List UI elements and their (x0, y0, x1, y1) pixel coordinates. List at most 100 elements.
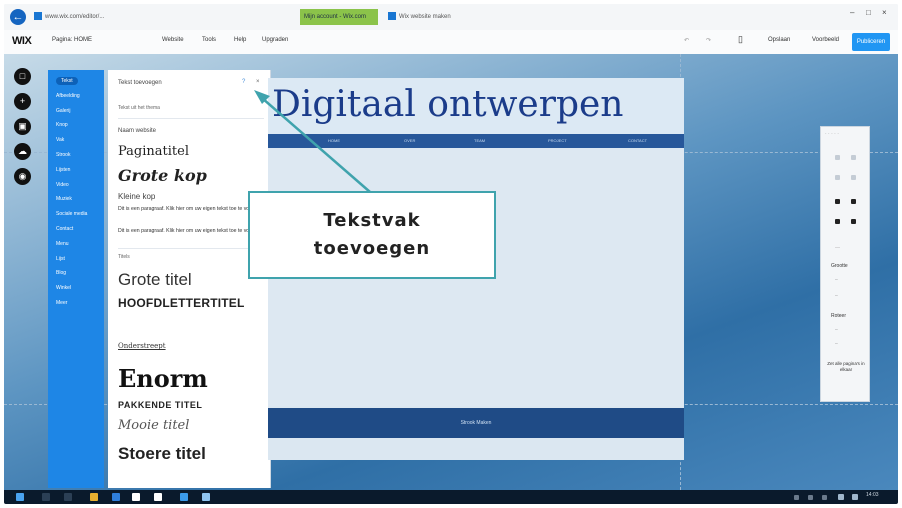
upload-icon[interactable]: ☁ (14, 143, 31, 160)
category-contact[interactable]: Contact (48, 222, 104, 237)
tray-icon[interactable] (822, 495, 827, 500)
title-uppercase[interactable]: HOOFDLETTERTITEL (118, 296, 245, 310)
nav-item[interactable]: PROJECT (548, 138, 567, 143)
rotate-field[interactable]: – (835, 327, 838, 333)
category-gallery[interactable]: Galerij (48, 104, 104, 119)
rotate-field[interactable]: – (835, 341, 838, 347)
tools-panel: · · · · · — Grootte – – Roteer – – Zet a… (820, 126, 870, 402)
app-icon[interactable]: ◉ (14, 168, 31, 185)
tray-icon[interactable] (808, 495, 813, 500)
browser-tab-wix[interactable]: Wix website maken (388, 9, 468, 25)
site-footer[interactable]: Strook Maken (268, 408, 684, 438)
mobile-view-icon[interactable]: ▯ (738, 34, 743, 45)
page-selector[interactable]: Pagina: HOME (52, 37, 92, 43)
redo-icon[interactable]: ↷ (706, 37, 711, 44)
big-heading-style[interactable]: Grote kop (118, 166, 207, 185)
theme-label: Tekst uit het thema (118, 105, 160, 111)
preview-button[interactable]: Voorbeeld (812, 37, 839, 43)
nav-item[interactable]: HOME (328, 138, 340, 143)
arrange-icon[interactable] (851, 199, 856, 204)
volume-icon[interactable] (852, 494, 858, 500)
category-box[interactable]: Vak (48, 133, 104, 148)
category-strip[interactable]: Strook (48, 148, 104, 163)
tab-title: www.wix.com/editor/... (45, 14, 105, 20)
close-icon[interactable]: × (882, 8, 887, 17)
arrange-icon[interactable] (835, 219, 840, 224)
paragraph-style-2[interactable]: Dit is een paragraaf. Klik hier om uw ei… (118, 228, 268, 235)
site-title[interactable]: Digitaal ontwerpen (272, 84, 623, 125)
close-icon[interactable]: × (256, 79, 260, 85)
titles-section-label: Titels (118, 254, 130, 260)
add-icon[interactable]: + (14, 93, 31, 110)
align-icon[interactable] (835, 155, 840, 160)
network-icon[interactable] (838, 494, 844, 500)
nav-item[interactable]: OVER (404, 138, 415, 143)
search-icon[interactable] (42, 493, 50, 501)
paragraph-style[interactable]: Dit is een paragraaf. Klik hier om uw ei… (118, 206, 268, 213)
start-icon[interactable] (16, 493, 24, 501)
category-lists[interactable]: Lijsten (48, 163, 104, 178)
title-underlined[interactable]: Onderstreept (118, 342, 166, 350)
category-more[interactable]: Meer (48, 296, 104, 311)
size-field[interactable]: – (835, 293, 838, 299)
category-image[interactable]: Afbeelding (48, 89, 104, 104)
save-button[interactable]: Opslaan (768, 37, 790, 43)
category-menu[interactable]: Menu (48, 237, 104, 252)
page-title-style[interactable]: Paginatitel (118, 144, 189, 159)
category-list[interactable]: Lijst (48, 252, 104, 267)
divider (118, 248, 264, 249)
title-huge[interactable]: Enorm (118, 364, 208, 393)
menu-tools[interactable]: Tools (202, 37, 216, 43)
align-icon[interactable] (835, 175, 840, 180)
explorer-icon[interactable] (90, 493, 98, 501)
mail-icon[interactable] (154, 493, 162, 501)
category-music[interactable]: Muziek (48, 192, 104, 207)
wix-favicon-icon (388, 12, 396, 21)
category-store[interactable]: Winkel (48, 281, 104, 296)
size-field[interactable]: – (835, 277, 838, 283)
menu-upgrade[interactable]: Upgraden (262, 37, 288, 43)
taskview-icon[interactable] (64, 493, 72, 501)
small-heading-style[interactable]: Kleine kop (118, 192, 155, 201)
taskbar-clock: 14:03 (866, 492, 879, 498)
minimize-icon[interactable]: – (850, 8, 854, 17)
category-social[interactable]: Sociale media (48, 207, 104, 222)
align-icon[interactable] (851, 175, 856, 180)
title-bold[interactable]: Stoere titel (118, 444, 206, 464)
maximize-icon[interactable]: □ (866, 8, 871, 17)
menu-icon[interactable]: □ (14, 68, 31, 85)
title-pretty[interactable]: Mooie titel (118, 418, 189, 433)
back-arrow-icon[interactable]: ← (10, 9, 26, 25)
title-catchy[interactable]: PAKKENDE TITEL (118, 400, 202, 410)
callout-line-1: Tekstvak (323, 210, 421, 231)
add-text-panel: Tekst toevoegen ? × Tekst uit het thema … (108, 70, 271, 488)
callout-line-2: toevoegen (313, 238, 431, 259)
nav-item[interactable]: TEAM (474, 138, 485, 143)
app-icon[interactable] (202, 493, 210, 501)
nav-item[interactable]: CONTACT (628, 138, 647, 143)
panel-title: Tekst toevoegen (118, 80, 162, 86)
arrange-icon[interactable] (851, 219, 856, 224)
edge-icon[interactable] (112, 493, 120, 501)
store-icon[interactable] (132, 493, 140, 501)
media-icon[interactable]: ▣ (14, 118, 31, 135)
help-icon[interactable]: ? (242, 79, 245, 85)
tray-icon[interactable] (794, 495, 799, 500)
browser-tab-active[interactable]: www.wix.com/editor/... (34, 9, 274, 25)
menu-website[interactable]: Website (162, 37, 184, 43)
title-large[interactable]: Grote titel (118, 270, 192, 290)
site-title-style[interactable]: Naam website (118, 128, 156, 134)
stretch-all-pages-label[interactable]: Zet alle pagina's in elkaar (827, 361, 865, 373)
arrange-icon[interactable] (835, 199, 840, 204)
category-blog[interactable]: Blog (48, 266, 104, 281)
menu-help[interactable]: Help (234, 37, 246, 43)
browser-tab-account[interactable]: Mijn account - Wix.com (300, 9, 378, 25)
category-video[interactable]: Video (48, 178, 104, 193)
undo-icon[interactable]: ↶ (684, 37, 689, 44)
align-icon[interactable] (851, 155, 856, 160)
category-button[interactable]: Knop (48, 118, 104, 133)
category-text[interactable]: Tekst (48, 74, 104, 89)
chrome-icon[interactable] (180, 493, 188, 501)
panel-grip-icon[interactable]: · · · · · (825, 131, 839, 137)
publish-button[interactable]: Publiceren (852, 33, 890, 51)
